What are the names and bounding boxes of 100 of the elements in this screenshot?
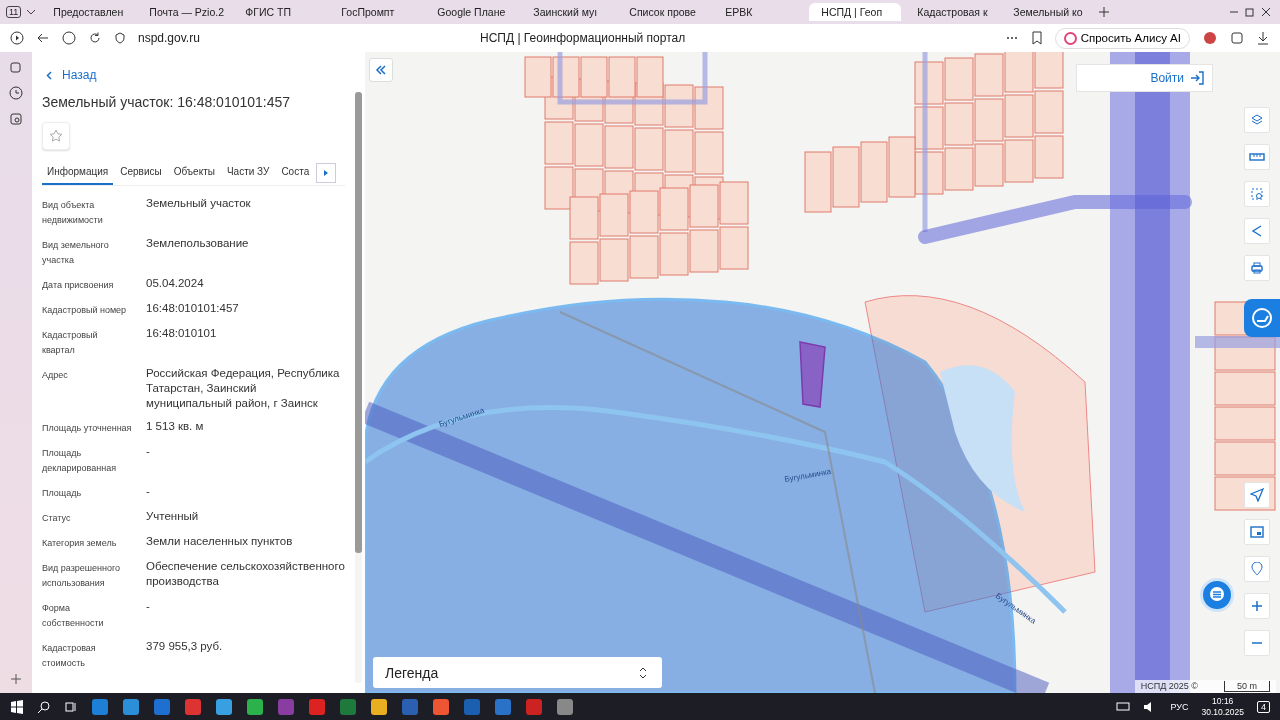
field-label: Площадь уточненная — [42, 422, 133, 435]
zoom-out-button[interactable] — [1244, 630, 1270, 656]
field-label: Адрес — [42, 369, 69, 382]
field-value: Земельный участок — [146, 196, 252, 211]
back-arrow-icon[interactable] — [36, 31, 50, 45]
layers-icon — [1250, 113, 1264, 127]
scrollbar[interactable] — [355, 92, 362, 683]
clock-date[interactable]: 30.10.2025 — [1201, 706, 1244, 718]
field-label: Вид объекта недвижимости — [42, 199, 104, 227]
field-label: Кадастровый номер — [42, 304, 128, 317]
app-tile-icon[interactable] — [277, 697, 295, 716]
app-tile-icon[interactable] — [463, 697, 481, 716]
back-link[interactable]: Назад — [42, 68, 97, 82]
panel-tab[interactable]: Соста — [276, 160, 315, 185]
map-drawing[interactable] — [365, 52, 1280, 693]
history-icon[interactable] — [9, 86, 23, 100]
screenshot-icon[interactable] — [9, 112, 23, 126]
app-tile-icon[interactable] — [525, 697, 543, 716]
app-tile-icon[interactable] — [494, 697, 512, 716]
app-tile-icon[interactable] — [401, 697, 419, 716]
field-value: Землепользование — [146, 236, 250, 251]
circle-icon[interactable] — [62, 31, 76, 45]
play-circle-icon[interactable] — [10, 31, 24, 45]
print-button[interactable] — [1244, 255, 1270, 281]
app-tile-icon[interactable] — [432, 697, 450, 716]
plus-icon[interactable] — [10, 673, 22, 685]
panel-tab[interactable]: Объекты — [168, 160, 220, 185]
login-icon — [1190, 71, 1204, 85]
map-attribution: НСПД 2025 © — [1140, 681, 1198, 692]
panel-icon[interactable] — [1230, 31, 1244, 45]
clock-time[interactable]: 10:16 — [1212, 695, 1234, 707]
location-search-button[interactable] — [1244, 556, 1270, 582]
login-button[interactable]: Войти — [1076, 64, 1213, 92]
field-value: - — [146, 484, 151, 499]
field-value: Российская Федерация, Республика Татарстан, Заинский муниципальный район, г Заинск — [146, 366, 341, 411]
app-tile-icon[interactable] — [91, 697, 109, 716]
field-label: Площадь — [42, 487, 83, 500]
browser-tab[interactable]: ЕРВК — [713, 3, 806, 21]
field-value: - — [146, 444, 151, 459]
share-button[interactable] — [1244, 218, 1270, 244]
restore-icon[interactable] — [1244, 6, 1256, 18]
page-title: НСПД | Геоинформационный портал — [480, 31, 687, 45]
reload-icon[interactable] — [88, 31, 102, 45]
download-icon[interactable] — [1256, 31, 1270, 45]
browser-tab[interactable]: Список прове — [617, 3, 710, 21]
chat-icon — [1208, 586, 1226, 604]
triangle-right-icon — [323, 168, 330, 177]
browser-tab[interactable]: Заинский муı — [521, 3, 614, 21]
field-value: 05.04.2024 — [146, 276, 205, 291]
app-tile-icon[interactable] — [215, 697, 233, 716]
app-tile-icon[interactable] — [308, 697, 326, 716]
task-view-icon[interactable] — [64, 699, 78, 714]
language-indicator[interactable]: РУС — [1170, 701, 1189, 712]
browser-tab[interactable]: Google Плане — [425, 3, 518, 21]
minimap-button[interactable] — [1244, 519, 1270, 545]
network-icon[interactable] — [1116, 700, 1131, 713]
bookmark-icon[interactable] — [1030, 31, 1043, 45]
browser-tab[interactable]: ГосПромпт — [329, 3, 422, 21]
app-tile-icon[interactable] — [184, 697, 202, 716]
layers-button[interactable] — [1244, 107, 1270, 133]
search-icon[interactable] — [37, 699, 51, 714]
browser-tab[interactable]: НСПД | Геоп — [809, 3, 902, 21]
assistant-button[interactable]: Спросить Алису AI — [1054, 27, 1190, 49]
app-tile-icon[interactable] — [556, 697, 574, 716]
zoom-in-button[interactable] — [1244, 593, 1270, 619]
address-text[interactable]: nspd.gov.ru — [138, 31, 468, 45]
scroll-right-button[interactable] — [316, 162, 337, 183]
panel-tab[interactable]: Информация — [42, 160, 114, 185]
browser-tab[interactable]: Предоставлен — [41, 3, 134, 21]
field-value: - — [146, 599, 151, 614]
panel-tab[interactable]: Части ЗУ — [221, 160, 275, 185]
select-area-button[interactable] — [1244, 181, 1270, 207]
windows-logo-icon[interactable] — [10, 699, 24, 714]
app-tile-icon[interactable] — [370, 697, 388, 716]
field-label: Вид земельного участка — [42, 239, 110, 267]
panel-tab[interactable]: Сервисы — [115, 160, 167, 185]
location-pin-icon — [1250, 562, 1264, 576]
browser-tab[interactable]: ФГИС ТП — [233, 3, 326, 21]
field-value: 379 955,3 руб. — [146, 639, 224, 654]
close-icon[interactable] — [1260, 6, 1272, 18]
app-tile-icon[interactable] — [122, 697, 140, 716]
navigation-button[interactable] — [1244, 482, 1270, 508]
field-label: Статус — [42, 512, 72, 525]
field-label: Дата присвоения — [42, 279, 115, 292]
notification-count[interactable]: 4 — [1257, 700, 1270, 713]
shield-icon — [114, 32, 126, 44]
plus-icon[interactable] — [1097, 5, 1112, 19]
browser-tab[interactable]: Почта — Pzio.2 — [137, 3, 230, 21]
legend-dropdown[interactable]: Легенда — [373, 657, 662, 688]
browser-tab[interactable]: Земельный ко — [1001, 3, 1094, 21]
feedback-button[interactable] — [1244, 299, 1280, 337]
app-tile-icon[interactable] — [339, 697, 357, 716]
app-tile-icon[interactable] — [246, 697, 264, 716]
ruler-button[interactable] — [1244, 144, 1270, 170]
field-label: Кадастровая стоимость — [42, 642, 97, 670]
browser-tab[interactable]: Кадастровая к — [905, 3, 998, 21]
app-tile-icon[interactable] — [153, 697, 171, 716]
collapse-panel-button[interactable] — [369, 58, 393, 82]
tab-count[interactable]: 11 — [6, 6, 22, 18]
field-label: Вид разрешенного использования — [42, 562, 122, 590]
